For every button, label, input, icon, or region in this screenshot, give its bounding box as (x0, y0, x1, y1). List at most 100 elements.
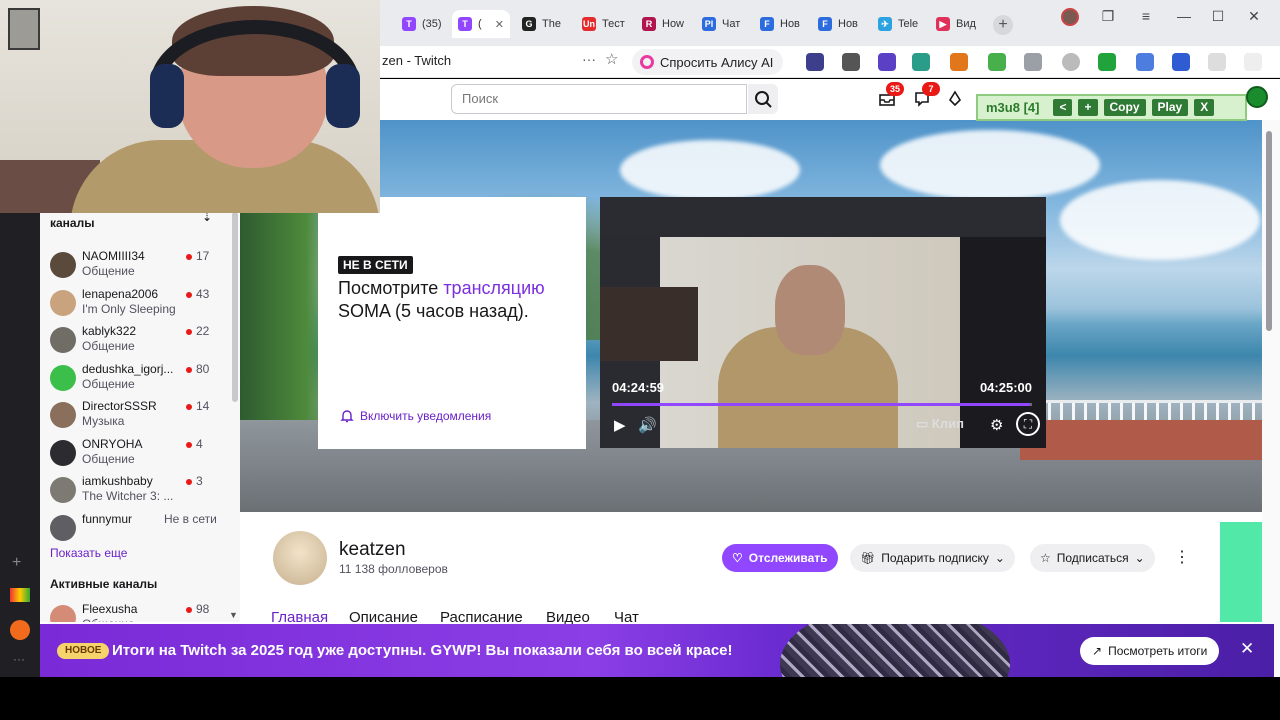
sidebar-channel-item[interactable]: DirectorSSSR Музыка 14 (50, 399, 230, 435)
avatar (50, 252, 76, 278)
m3u8-button[interactable]: Copy (1103, 99, 1146, 116)
settings-gear-icon[interactable]: ⚙ (990, 416, 1003, 434)
channel-name: DirectorSSSR (82, 399, 157, 413)
play-icon[interactable]: ▶ (614, 416, 626, 434)
m3u8-button[interactable]: Play (1151, 99, 1189, 116)
search-button[interactable] (748, 84, 778, 114)
live-indicator-icon (186, 404, 192, 410)
search-input[interactable]: Поиск (451, 84, 747, 114)
browser-tab[interactable]: T (✕ (452, 10, 510, 38)
sidebar-channel-item[interactable]: kablyk322 Общение 22 (50, 324, 230, 360)
extension-icon[interactable] (912, 53, 930, 71)
page-scrollbar[interactable] (1266, 131, 1272, 331)
browser-tab[interactable]: G The (516, 10, 572, 38)
channel-name: dedushka_igorj... (82, 361, 174, 376)
scroll-down-icon[interactable]: ▼ (229, 610, 238, 620)
player-progress-bar[interactable] (612, 403, 1032, 406)
sidebar-channel-item[interactable]: iamkushbaby The Witcher 3: ... 3 (50, 474, 230, 510)
subscribe-button[interactable]: ☆ Подписаться ⌄ (1030, 544, 1155, 572)
extension-icon[interactable] (878, 53, 896, 71)
more-icon[interactable]: ··· (13, 652, 25, 666)
tab-favicon-icon: Pl (702, 17, 716, 31)
show-more-link[interactable]: Показать еще (50, 546, 127, 560)
tab-label: Tele (898, 18, 919, 30)
video-player[interactable]: 04:24:59 04:25:00 ▶ 🔊 ▭ Клип ⚙ ⛶ (600, 197, 1046, 448)
extension-icon[interactable] (1172, 53, 1190, 71)
gift-sub-button[interactable]: 🎁︎ Подарить подписку ⌄ (850, 544, 1015, 572)
extension-icon[interactable] (988, 53, 1006, 71)
live-indicator-icon (186, 366, 192, 373)
browser-tab[interactable]: R How (636, 10, 692, 38)
extension-icon[interactable] (842, 53, 860, 71)
close-window-button[interactable]: ✕ (1244, 8, 1264, 25)
volume-icon[interactable]: 🔊 (638, 416, 657, 434)
extensions-puzzle-icon[interactable] (1208, 53, 1226, 71)
fullscreen-icon[interactable]: ⛶ (1016, 412, 1040, 436)
channel-category: Музыка (82, 414, 125, 428)
channel-avatar[interactable] (273, 531, 327, 585)
metamask-icon[interactable] (950, 53, 968, 71)
extension-icon[interactable] (1024, 53, 1042, 71)
browser-tab[interactable]: T (35) (396, 10, 446, 38)
broadcast-link[interactable]: трансляцию (443, 278, 544, 298)
m3u8-button[interactable]: + (1078, 99, 1098, 116)
avatar (50, 289, 76, 316)
more-options-icon[interactable]: ⋮ (1174, 547, 1190, 567)
m3u8-button[interactable]: X (1194, 99, 1215, 116)
m3u8-button[interactable]: < (1053, 99, 1073, 116)
profile-avatar[interactable] (1060, 8, 1080, 29)
extension-icon[interactable] (1098, 53, 1116, 71)
bits-icon[interactable] (946, 90, 964, 108)
add-icon[interactable]: + (12, 554, 21, 572)
sidebar-scrollbar[interactable] (232, 212, 238, 402)
more-icon[interactable]: ··· (582, 51, 596, 67)
sidebar-channel-item[interactable]: funnymur Не в сети (50, 512, 230, 548)
offline-status: Не в сети (164, 511, 217, 526)
mail-icon[interactable] (10, 588, 30, 602)
browser-tab[interactable]: ▶ Вид (930, 10, 986, 38)
avatar (50, 402, 76, 428)
viewer-count: 3 (196, 474, 203, 488)
menu-icon[interactable]: ≡ (1136, 8, 1156, 24)
channel-category: Общение (82, 376, 135, 391)
close-tab-icon[interactable]: ✕ (495, 18, 504, 31)
bookmark-icon[interactable]: ☆ (605, 50, 618, 68)
browser-tab[interactable]: Un Тест (576, 10, 632, 38)
clip-button[interactable]: ▭ Клип (916, 416, 964, 432)
globe-icon[interactable] (1062, 53, 1080, 71)
browser-tab[interactable]: Pl Чат (696, 10, 750, 38)
browser-tab[interactable]: ✈ Tele (872, 10, 926, 38)
download-icon[interactable] (1244, 53, 1262, 71)
view-recap-button[interactable]: ↗ Посмотреть итоги (1080, 637, 1220, 665)
channel-name[interactable]: keatzen (339, 539, 406, 561)
channel-category: Общение (82, 617, 182, 622)
enable-notifications-button[interactable]: Включить уведомления (340, 409, 491, 423)
follow-button[interactable]: ♡ Отслеживать (722, 544, 838, 572)
avatar (50, 514, 76, 541)
maximize-button[interactable]: ☐ (1208, 8, 1228, 25)
tab-label: Тест (602, 18, 625, 30)
tab-label: Нов (780, 18, 800, 30)
sidebar-channel-item[interactable]: dedushka_igorj... Общение 80 (50, 362, 230, 398)
channel-category: I'm Only Sleeping (82, 301, 176, 316)
minimize-button[interactable]: — (1174, 8, 1194, 24)
new-tab-button[interactable]: + (993, 15, 1013, 35)
extension-icon[interactable] (806, 53, 824, 71)
collapse-icon[interactable]: ⇣ (202, 212, 212, 224)
star-icon: ☆ (1040, 551, 1051, 565)
extension-icon[interactable] (1136, 53, 1154, 71)
sidebar-channel-item[interactable]: lenapena2006 I'm Only Sleeping 43 (50, 287, 230, 323)
extension-status-dot[interactable] (1246, 86, 1268, 108)
bell-icon (340, 410, 354, 423)
browser-tab[interactable]: F Нов (812, 10, 866, 38)
app-icon[interactable] (10, 620, 30, 640)
track-shape (1020, 420, 1280, 460)
sidebar-channel-item[interactable]: FleexushaОбщение 98 (50, 602, 230, 622)
sidebar-channel-item[interactable]: ONRYOHA Общение 4 (50, 437, 230, 473)
collections-icon[interactable]: ❐ (1098, 8, 1118, 25)
alice-button[interactable]: Спросить Алису AI (632, 49, 784, 75)
page-title[interactable]: zen - Twitch (382, 53, 451, 68)
sidebar-channel-item[interactable]: NAOMIIII34 Общение 17 (50, 249, 230, 285)
browser-tab[interactable]: F Нов (754, 10, 808, 38)
close-icon[interactable]: ✕ (1240, 639, 1254, 659)
